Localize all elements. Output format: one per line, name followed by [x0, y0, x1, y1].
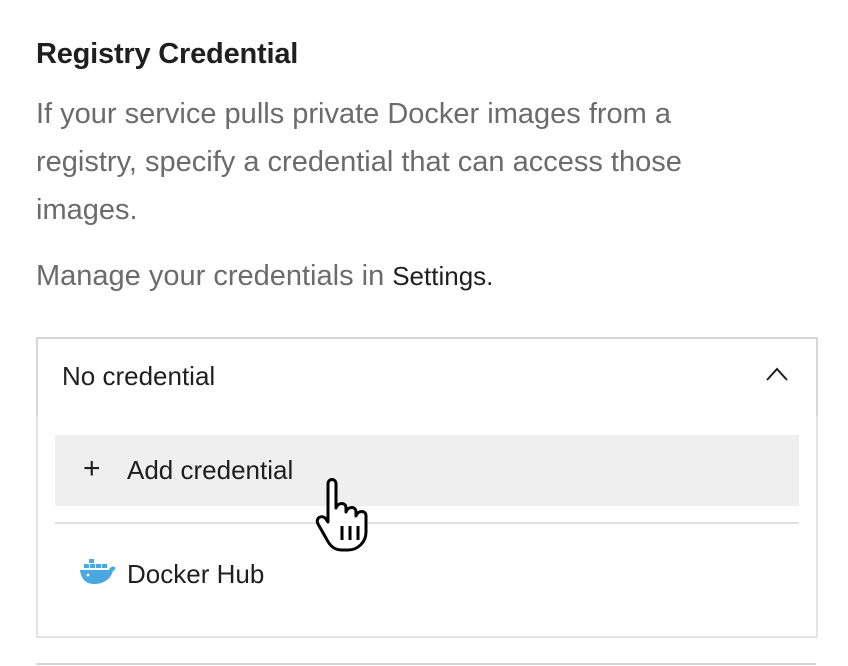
registry-credential-panel: Registry Credential If your service pull… [0, 0, 848, 666]
plus-icon: + [83, 452, 101, 485]
menu-divider [55, 522, 799, 524]
manage-credentials-label: Manage your credentials in [36, 260, 385, 292]
manage-credentials-text: Manage your credentials in Settings. [36, 252, 493, 300]
credential-dropdown-menu: + Add credential Docker Hub [36, 416, 818, 638]
credential-select[interactable]: No credential [36, 337, 818, 418]
docker-hub-option[interactable]: Docker Hub [55, 544, 799, 604]
section-title: Registry Credential [36, 38, 299, 70]
settings-link[interactable]: Settings. [392, 261, 493, 291]
credential-select-value: No credential [62, 361, 216, 391]
section-description: If your service pulls private Docker ima… [36, 98, 682, 226]
docker-icon [80, 559, 116, 584]
chevron-up-icon[interactable] [766, 367, 788, 381]
add-credential-label: Add credential [127, 455, 294, 485]
bottom-divider [36, 663, 816, 665]
docker-hub-label: Docker Hub [127, 559, 265, 589]
add-credential-option[interactable]: + Add credential [55, 435, 799, 506]
